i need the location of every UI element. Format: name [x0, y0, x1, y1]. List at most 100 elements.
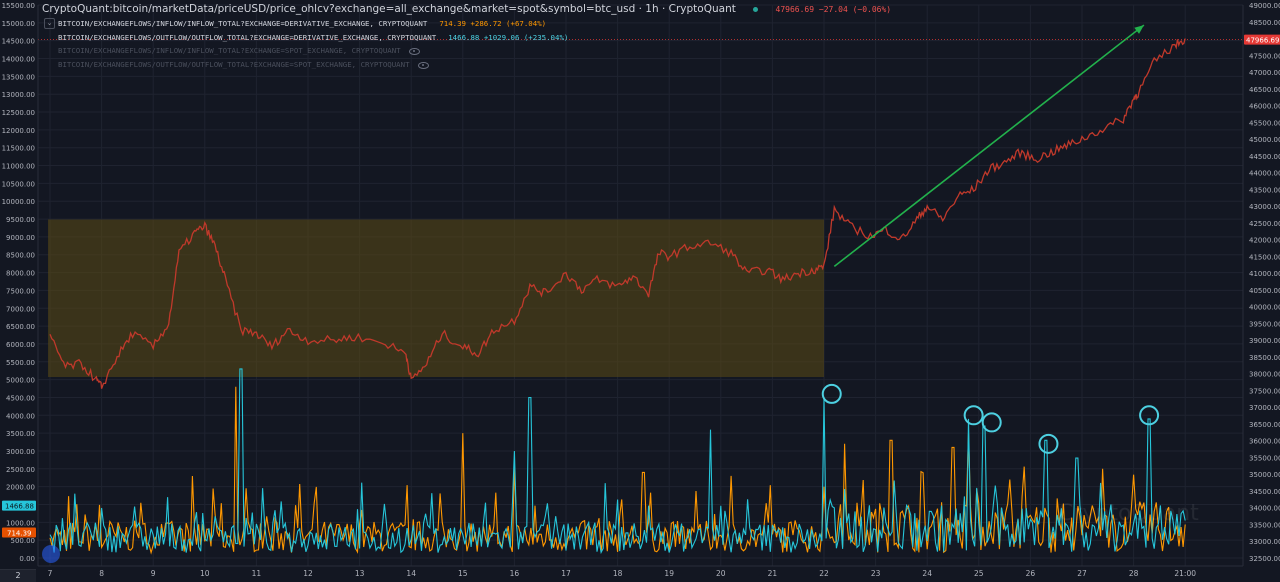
right-axis-tick: 34000.00 — [1249, 505, 1280, 513]
right-axis-tick: 49000.00 — [1249, 2, 1280, 10]
left-axis-tick: 8000.00 — [6, 270, 35, 278]
left-axis-tick: 14500.00 — [2, 38, 35, 46]
left-axis-tick: 4500.00 — [6, 394, 35, 402]
right-axis-tick: 42500.00 — [1249, 220, 1280, 228]
x-axis-tick: 18 — [613, 569, 623, 578]
right-axis-tick: 41000.00 — [1249, 270, 1280, 278]
x-axis-tick: 15 — [458, 569, 468, 578]
right-axis-tick: 46500.00 — [1249, 86, 1280, 94]
x-axis-tick: 25 — [974, 569, 984, 578]
left-axis-tick: 7000.00 — [6, 305, 35, 313]
x-axis-tick: 16 — [510, 569, 520, 578]
live-dot-icon — [753, 6, 759, 12]
left-axis-tick: 6000.00 — [6, 341, 35, 349]
right-axis-tick: 47500.00 — [1249, 52, 1280, 60]
x-axis-tick: 27 — [1077, 569, 1087, 578]
right-axis-tick: 45000.00 — [1249, 136, 1280, 144]
outflow-last-label: 1466.88 — [5, 503, 34, 511]
legend-value: 1466.88 +1029.06 (+235.04%) — [448, 33, 569, 42]
right-axis-tick: 34500.00 — [1249, 488, 1280, 496]
legend-row-outflow-derivative[interactable]: BITCOIN/EXCHANGEFLOWS/OUTFLOW/OUTFLOW_TO… — [58, 33, 568, 42]
right-axis-tick: 47000.00 — [1249, 69, 1280, 77]
price-values: 47966.69 −27.04 (−0.06%) — [775, 5, 892, 14]
right-axis-tick: 44000.00 — [1249, 170, 1280, 178]
left-axis-tick: 11500.00 — [2, 145, 35, 153]
left-axis-tick: 9500.00 — [6, 216, 35, 224]
right-axis-tick: 43000.00 — [1249, 203, 1280, 211]
x-axis-tick: 22 — [819, 569, 829, 578]
x-axis-tick: 24 — [922, 569, 932, 578]
right-axis-tick: 38000.00 — [1249, 371, 1280, 379]
left-axis-tick: 10000.00 — [2, 198, 35, 206]
right-axis-tick: 36500.00 — [1249, 421, 1280, 429]
right-axis-tick: 42000.00 — [1249, 237, 1280, 245]
left-axis-tick: 11000.00 — [2, 163, 35, 171]
x-axis-tick: 9 — [151, 569, 156, 578]
right-axis-tick: 46000.00 — [1249, 103, 1280, 111]
legend-value: 714.39 +286.72 (+67.04%) — [439, 19, 547, 28]
legend-row-inflow-spot[interactable]: BITCOIN/EXCHANGEFLOWS/INFLOW/INFLOW_TOTA… — [58, 46, 420, 55]
legend-row-outflow-spot[interactable]: BITCOIN/EXCHANGEFLOWS/OUTFLOW/OUTFLOW_TO… — [58, 60, 429, 69]
left-axis-tick: 0.00 — [19, 555, 35, 563]
right-axis-tick: 32500.00 — [1249, 555, 1280, 563]
x-axis-tick: 14 — [406, 569, 416, 578]
chart-title-text: CryptoQuant:bitcoin/marketData/priceUSD/… — [42, 3, 736, 15]
left-axis-tick: 6500.00 — [6, 323, 35, 331]
right-axis-tick: 41500.00 — [1249, 253, 1280, 261]
right-axis-tick: 40500.00 — [1249, 287, 1280, 295]
x-axis-tick: 13 — [355, 569, 365, 578]
collapse-chevron-icon[interactable]: ⌄ — [44, 18, 55, 29]
right-axis-tick: 37000.00 — [1249, 404, 1280, 412]
x-axis-tick: 19 — [664, 569, 674, 578]
left-axis-tick: 15500.00 — [2, 2, 35, 10]
x-axis-tick: 8 — [99, 569, 104, 578]
left-axis-tick: 9000.00 — [6, 234, 35, 242]
right-axis-tick: 37500.00 — [1249, 387, 1280, 395]
cloud-icon[interactable] — [42, 545, 60, 563]
left-axis-tick: 12500.00 — [2, 109, 35, 117]
right-axis-tick: 33500.00 — [1249, 521, 1280, 529]
x-axis-tick: 10 — [200, 569, 210, 578]
left-axis-tick: 8500.00 — [6, 252, 35, 260]
x-axis-tick: 21 — [768, 569, 778, 578]
left-axis-tick: 3500.00 — [6, 430, 35, 438]
legend-row-inflow-derivative[interactable]: BITCOIN/EXCHANGEFLOWS/INFLOW/INFLOW_TOTA… — [58, 19, 546, 28]
left-axis-tick: 12000.00 — [2, 127, 35, 135]
eye-hidden-icon[interactable] — [417, 61, 429, 69]
left-axis-tick: 13500.00 — [2, 73, 35, 81]
x-axis-tick: 21:00 — [1174, 569, 1196, 578]
left-axis-tick: 1000.00 — [6, 519, 35, 527]
chart-title: CryptoQuant:bitcoin/marketData/priceUSD/… — [42, 3, 891, 15]
left-axis-tick: 7500.00 — [6, 287, 35, 295]
left-axis-tick: 3000.00 — [6, 448, 35, 456]
x-axis-tick: 28 — [1129, 569, 1139, 578]
right-axis-tick: 39000.00 — [1249, 337, 1280, 345]
left-axis-tick: 2000.00 — [6, 484, 35, 492]
pane-number-badge[interactable]: 2 — [0, 569, 36, 582]
right-axis-tick: 35000.00 — [1249, 471, 1280, 479]
right-axis-tick: 45500.00 — [1249, 119, 1280, 127]
price-flow-chart[interactable]: 15500.0015000.0014500.0014000.0013500.00… — [0, 0, 1280, 581]
left-axis-tick: 15000.00 — [2, 20, 35, 28]
left-axis-tick: 4000.00 — [6, 412, 35, 420]
right-axis-tick: 48500.00 — [1249, 19, 1280, 27]
right-axis-tick: 40000.00 — [1249, 304, 1280, 312]
left-axis-tick: 14000.00 — [2, 56, 35, 64]
right-axis-tick: 44500.00 — [1249, 153, 1280, 161]
legend-label: BITCOIN/EXCHANGEFLOWS/OUTFLOW/OUTFLOW_TO… — [58, 33, 437, 42]
right-axis-tick: 36000.00 — [1249, 438, 1280, 446]
x-axis-tick: 12 — [303, 569, 313, 578]
x-axis-tick: 7 — [48, 569, 53, 578]
legend-label: BITCOIN/EXCHANGEFLOWS/OUTFLOW/OUTFLOW_TO… — [58, 60, 410, 69]
eye-hidden-icon[interactable] — [408, 47, 420, 55]
left-axis-tick: 2500.00 — [6, 466, 35, 474]
highlight-zone — [48, 219, 824, 378]
last-price-label: 47966.69 — [1246, 37, 1279, 45]
x-axis-tick: 23 — [871, 569, 881, 578]
right-axis-tick: 38500.00 — [1249, 354, 1280, 362]
legend-label: BITCOIN/EXCHANGEFLOWS/INFLOW/INFLOW_TOTA… — [58, 19, 428, 28]
left-axis-tick: 500.00 — [11, 537, 36, 545]
x-axis-tick: 11 — [252, 569, 262, 578]
left-axis-tick: 13000.00 — [2, 91, 35, 99]
right-axis-tick: 39500.00 — [1249, 320, 1280, 328]
